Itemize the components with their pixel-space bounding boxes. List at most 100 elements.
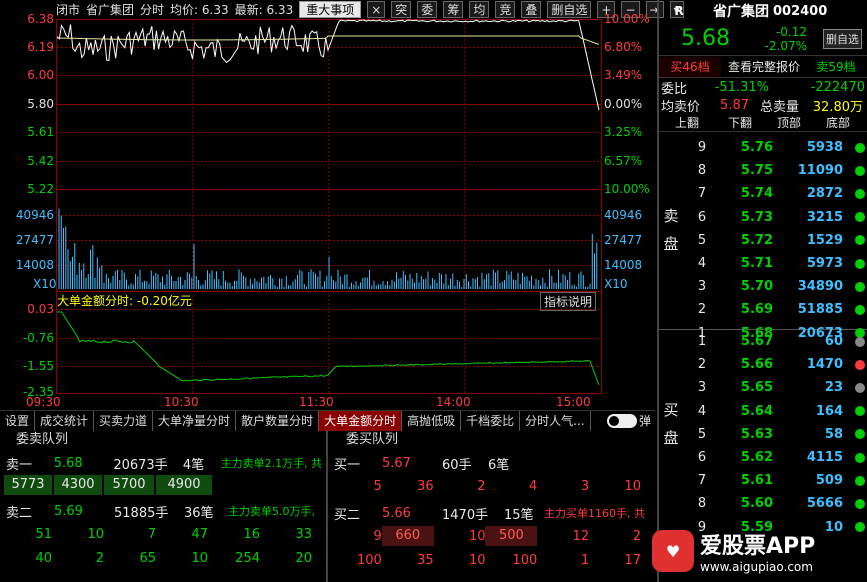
tab-popularity[interactable]: 分时人气...: [520, 411, 591, 431]
big-order-amount-line: [57, 311, 600, 386]
order-cell: 1: [580, 552, 590, 568]
status-dot-icon: [855, 142, 865, 153]
level-index: 1: [697, 334, 707, 350]
buy-level-row[interactable]: 8 5.60 5666: [659, 492, 867, 515]
level-index: 7: [697, 473, 707, 489]
level-price: 5.71: [740, 256, 773, 272]
status-dot-icon: [855, 429, 865, 440]
level-volume: 10: [824, 519, 843, 535]
order-cell: 7: [147, 526, 156, 542]
sell-level-row[interactable]: 2 5.69 51885: [659, 298, 867, 321]
status-dot-icon: [855, 359, 865, 370]
sell-level-row[interactable]: 8 5.75 11090: [659, 159, 867, 182]
indicator-help-button[interactable]: 指标说明: [540, 292, 597, 311]
indicator-tabs: 设置 成交统计 买卖力道 大单净量分时 散户数量分时 大单金额分时 高抛低吸 千…: [0, 410, 655, 431]
tab-big-order-amount[interactable]: 大单金额分时: [319, 411, 403, 431]
buy-level-row[interactable]: 6 5.62 4115: [659, 446, 867, 469]
quote-panel: R 省广集团 002400 5.68 -0.12 -2.07% 删自选 买46档…: [657, 0, 867, 582]
intraday-chart[interactable]: 闭市 省广集团 分时 均价: 6.33 最新: 6.33 重大事项 × 突 委 …: [0, 0, 684, 410]
pct-tick: 3.25%: [604, 125, 643, 139]
order-cell: 660: [381, 526, 434, 546]
sell-level-2[interactable]: 卖二 5.69 51885手 36笔 主力卖单5.0万手,: [0, 500, 326, 522]
page-up-button[interactable]: 上翻: [659, 114, 715, 131]
order-cell: 2: [477, 478, 486, 494]
order-cell: 100: [357, 552, 382, 568]
buy-level-row[interactable]: 4 5.64 164: [659, 400, 867, 423]
tab-trade-stats[interactable]: 成交统计: [35, 411, 95, 431]
tab-settings[interactable]: 设置: [0, 411, 36, 431]
avg-sell-label: 均卖价: [661, 99, 701, 115]
total-sell-value: 32.80万: [812, 99, 863, 115]
close-icon[interactable]: ×: [367, 1, 386, 18]
order-cell: 47: [191, 526, 208, 542]
level-price: 5.66: [740, 357, 773, 373]
order-button[interactable]: 委: [417, 1, 438, 18]
level-index: 8: [697, 163, 707, 179]
tab-high-low[interactable]: 高抛低吸: [402, 411, 462, 431]
tab-retail-count[interactable]: 散户数量分时: [236, 411, 320, 431]
buy-book: 买 盘 1 5.67 60 2 5.66 1470 3 5.65 23 4 5.64 164 5 5.63…: [659, 330, 867, 550]
sell-level-row[interactable]: 7 5.74 2872: [659, 182, 867, 205]
bottom-button[interactable]: 底部: [813, 114, 863, 131]
toggle-switch-icon[interactable]: [606, 413, 637, 428]
order-cell: 254: [235, 550, 260, 566]
stock-name-label: 省广集团: [86, 3, 135, 17]
top-button[interactable]: 顶部: [765, 114, 813, 131]
sell-level-row[interactable]: 4 5.71 5973: [659, 252, 867, 275]
time-tick: 09:30: [26, 395, 61, 409]
sell-level-row[interactable]: 6 5.73 3215: [659, 206, 867, 229]
price-tick: 6.19: [27, 40, 54, 54]
full-quote-button[interactable]: 查看完整报价: [721, 58, 807, 75]
sell-level-row[interactable]: 5 5.72 1529: [659, 229, 867, 252]
sell-level-1-orders: 5773 4300 5700 4900: [0, 474, 326, 496]
level-count: 4笔: [182, 457, 205, 473]
status-dot-icon: [855, 304, 865, 315]
surge-button[interactable]: 突: [391, 1, 412, 18]
price-tick: 5.22: [27, 182, 54, 196]
level-price: 5.68: [53, 455, 83, 471]
price-tick: 6.00: [27, 68, 54, 82]
status-dot-icon: [855, 188, 865, 199]
remove-watchlist-button[interactable]: 删自选: [823, 28, 862, 49]
order-cell: 100: [512, 552, 538, 568]
average-button[interactable]: 均: [469, 1, 490, 18]
buy-level-row[interactable]: 2 5.66 1470: [659, 353, 867, 376]
buy-level-row[interactable]: 3 5.65 23: [659, 376, 867, 399]
status-dot-icon: [855, 498, 865, 509]
overlay-button[interactable]: 叠: [521, 1, 542, 18]
sell-level-1[interactable]: 卖一 5.68 20673手 4笔 主力卖单2.1万手, 共: [0, 452, 326, 474]
sell-levels-button[interactable]: 卖59档: [807, 58, 865, 75]
major-event-button[interactable]: 重大事项: [299, 1, 362, 18]
order-cell: 10: [87, 526, 104, 542]
level-label: 卖二: [6, 505, 33, 521]
tab-big-order-net[interactable]: 大单净量分时: [153, 411, 237, 431]
sell-level-2-orders-row2: 40 2 65 10 254 20: [0, 546, 326, 570]
buy-level-2[interactable]: 买二 5.66 1470手 15笔 主力买单1160手, 共: [330, 502, 655, 524]
buy-level-1[interactable]: 买一 5.67 60手 6笔: [330, 452, 655, 474]
buy-level-row[interactable]: 1 5.67 60: [659, 330, 867, 353]
auction-button[interactable]: 竞: [495, 1, 516, 18]
indicator-tick: 0.03: [27, 302, 54, 316]
tab-thousand-level[interactable]: 千档委比: [461, 411, 521, 431]
level-volume: 5666: [806, 496, 843, 512]
sell-level-row[interactable]: 3 5.70 34890: [659, 275, 867, 298]
buy-level-row[interactable]: 5 5.63 58: [659, 423, 867, 446]
order-cell: 3: [580, 478, 590, 494]
status-dot-icon: [855, 258, 865, 269]
level-volume: 1470手: [442, 507, 489, 523]
chips-button[interactable]: 筹: [443, 1, 464, 18]
buy-level-row[interactable]: 9 5.59 10: [659, 516, 867, 539]
page-down-button[interactable]: 下翻: [715, 114, 765, 131]
weibi-pct: -51.31%: [714, 79, 769, 95]
market-tag: R: [674, 4, 684, 18]
order-cell: 16: [243, 526, 260, 542]
status-dot-icon: [855, 336, 865, 347]
buy-level-row[interactable]: 7 5.61 509: [659, 469, 867, 492]
pct-tick: 10.00%: [604, 182, 650, 196]
level-price: 5.76: [740, 140, 773, 156]
sell-level-row[interactable]: 9 5.76 5938: [659, 136, 867, 159]
remove-watchlist-button[interactable]: 删自选: [547, 1, 592, 18]
popup-toggle[interactable]: 弹: [606, 411, 651, 430]
buy-levels-button[interactable]: 买46档: [659, 56, 721, 77]
tab-buy-sell-force[interactable]: 买卖力道: [94, 411, 154, 431]
